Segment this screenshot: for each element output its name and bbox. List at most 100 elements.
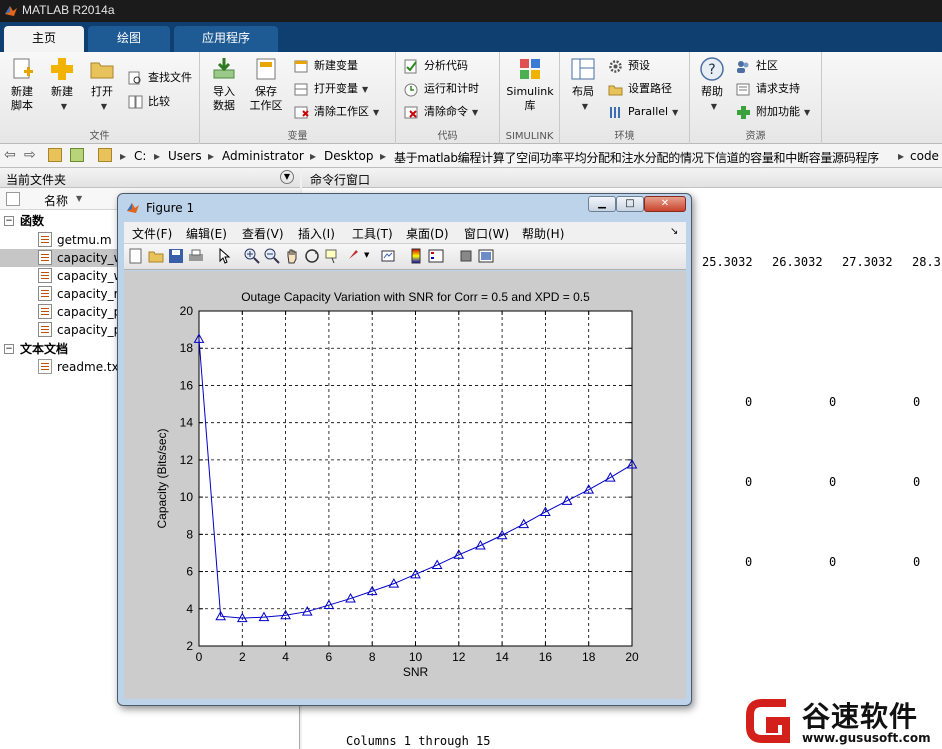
find-files-button[interactable]: 查找文件 <box>126 68 192 90</box>
link-plot-icon[interactable] <box>380 248 396 264</box>
menu-edit[interactable]: 编辑(E) <box>186 225 227 242</box>
ribbon-section-environment: 布局 ▼ 预设 设置路径 Parallel ▼ 环境 <box>560 52 690 144</box>
help-button[interactable]: ? 帮助 ▼ <box>694 56 730 114</box>
breadcrumb-sep-icon: ▸ <box>208 149 215 163</box>
request-support-button[interactable]: 请求支持 <box>734 79 800 101</box>
layout-label: 布局 <box>572 85 594 98</box>
pan-hand-icon[interactable] <box>284 248 300 264</box>
figure-window[interactable]: Figure 1 ▁ □ ✕ 文件(F) 编辑(E) 查看(V) 插入(I) 工… <box>117 193 692 706</box>
run-and-time-button[interactable]: 运行和计时 <box>402 79 479 101</box>
menu-window[interactable]: 窗口(W) <box>464 225 509 242</box>
group-label: 文本文档 <box>20 342 69 356</box>
plus-icon <box>51 58 73 80</box>
new-figure-icon[interactable] <box>128 248 144 264</box>
column-name-header[interactable]: 名称 <box>44 192 68 209</box>
clear-commands-button[interactable]: 清除命令 ▼ <box>402 102 478 124</box>
minimize-icon: ▁ <box>598 198 606 209</box>
breadcrumb-item[interactable]: Administrator <box>222 149 304 163</box>
save-figure-icon[interactable] <box>168 248 184 264</box>
back-arrow-icon[interactable]: ⇦ <box>4 147 16 163</box>
colorbar-icon[interactable] <box>408 248 424 264</box>
breadcrumb-item[interactable]: 基于matlab编程计算了空间功率平均分配和注水分配的情况下信道的容量和中断容量… <box>394 149 879 166</box>
select-all-checkbox[interactable] <box>6 192 20 206</box>
dock-arrow-icon[interactable]: ↘ <box>670 226 678 237</box>
output-text: Columns 1 through 15 <box>346 734 491 748</box>
open-variable-button[interactable]: 打开变量 ▼ <box>292 79 368 101</box>
menu-desktop[interactable]: 桌面(D) <box>406 225 449 242</box>
zoom-out-icon[interactable] <box>264 248 280 264</box>
clear-workspace-button[interactable]: 清除工作区 ▼ <box>292 102 379 124</box>
find-files-icon <box>128 71 141 85</box>
rotate-3d-icon[interactable] <box>304 248 320 264</box>
menu-help[interactable]: 帮助(H) <box>522 225 564 242</box>
add-ons-button[interactable]: 附加功能 ▼ <box>734 102 810 124</box>
parallel-button[interactable]: Parallel ▼ <box>606 102 678 124</box>
save-workspace-button[interactable]: 保存 工作区 <box>246 56 286 113</box>
simulink-library-button[interactable]: Simulink 库 <box>502 56 558 113</box>
analyze-code-button[interactable]: 分析代码 <box>402 56 468 78</box>
menu-view[interactable]: 查看(V) <box>242 225 284 242</box>
collapse-icon[interactable]: − <box>4 216 14 226</box>
panel-menu-icon[interactable]: ▼ <box>280 170 294 184</box>
new-script-button[interactable]: 新建 脚本 <box>4 56 40 113</box>
simulink-library-icon <box>520 59 540 79</box>
tab-home[interactable]: 主页 <box>4 26 84 52</box>
chevron-down-icon: ▼ <box>362 85 369 94</box>
save-ws-label-2: 工作区 <box>249 99 283 112</box>
clear-commands-icon <box>404 106 418 119</box>
data-cursor-icon[interactable] <box>324 248 340 264</box>
folder-icon <box>608 85 623 96</box>
file-name: capacity_w <box>57 269 124 283</box>
close-button[interactable]: ✕ <box>644 196 686 212</box>
menu-insert[interactable]: 插入(I) <box>298 225 335 242</box>
new-button[interactable]: 新建 ▼ <box>44 56 80 114</box>
breadcrumb-item[interactable]: C: <box>134 149 146 163</box>
hide-plot-tools-icon[interactable] <box>458 248 474 264</box>
figure-title-bar[interactable]: Figure 1 ▁ □ ✕ <box>118 194 691 222</box>
parallel-label: Parallel <box>628 105 669 118</box>
open-file-icon[interactable] <box>148 248 164 264</box>
chevron-down-icon: ▼ <box>100 102 108 111</box>
tab-plots[interactable]: 绘图 <box>88 26 170 52</box>
output-value: 0 <box>829 475 837 489</box>
import-data-button[interactable]: 导入 数据 <box>204 56 244 113</box>
show-plot-tools-icon[interactable] <box>478 248 494 264</box>
new-script-icon <box>13 58 33 79</box>
watermark-url: www.gususoft.com <box>802 731 931 745</box>
community-button[interactable]: 社区 <box>734 56 778 78</box>
breadcrumb-item[interactable]: Desktop <box>324 149 374 163</box>
sort-arrow-icon: ▼ <box>76 194 83 203</box>
layout-button[interactable]: 布局 ▼ <box>564 56 602 114</box>
minimize-button[interactable]: ▁ <box>588 196 616 212</box>
layout-icon <box>571 58 595 80</box>
open-button[interactable]: 打开 ▼ <box>84 56 120 114</box>
menu-tools[interactable]: 工具(T) <box>352 225 393 242</box>
zoom-in-icon[interactable] <box>244 248 260 264</box>
chevron-down-icon[interactable]: ▼ <box>364 251 369 259</box>
forward-arrow-icon[interactable]: ⇨ <box>24 147 36 163</box>
legend-icon[interactable] <box>428 248 444 264</box>
tab-apps[interactable]: 应用程序 <box>174 26 278 52</box>
pointer-icon[interactable] <box>216 248 232 264</box>
print-figure-icon[interactable] <box>188 248 204 264</box>
capacity-line-chart: 0 2 4 6 8 10 12 14 16 18 202468101214161820Outage … <box>155 290 639 679</box>
run-and-time-label: 运行和计时 <box>424 82 479 95</box>
compare-button[interactable]: 比较 <box>126 92 170 114</box>
up-folder-icon[interactable] <box>48 148 62 162</box>
preferences-button[interactable]: 预设 <box>606 56 650 78</box>
new-label: 新建 <box>51 85 73 98</box>
collapse-icon[interactable]: − <box>4 344 14 354</box>
y-axis-label: Capacity (Bits/sec) <box>155 428 169 528</box>
menu-file[interactable]: 文件(F) <box>132 225 172 242</box>
browse-folder-icon[interactable] <box>70 148 84 162</box>
output-value: 0 <box>745 475 753 489</box>
maximize-button[interactable]: □ <box>616 196 644 212</box>
breadcrumb-item[interactable]: code <box>910 149 939 163</box>
output-value: 28.3 <box>912 255 941 269</box>
breadcrumb-item[interactable]: Users <box>168 149 202 163</box>
output-value: 27.3032 <box>842 255 893 269</box>
brush-icon[interactable] <box>344 248 360 264</box>
set-path-button[interactable]: 设置路径 <box>606 79 672 101</box>
new-variable-button[interactable]: 新建变量 <box>292 56 358 78</box>
watermark: 谷速软件 www.gususoft.com <box>742 693 942 749</box>
